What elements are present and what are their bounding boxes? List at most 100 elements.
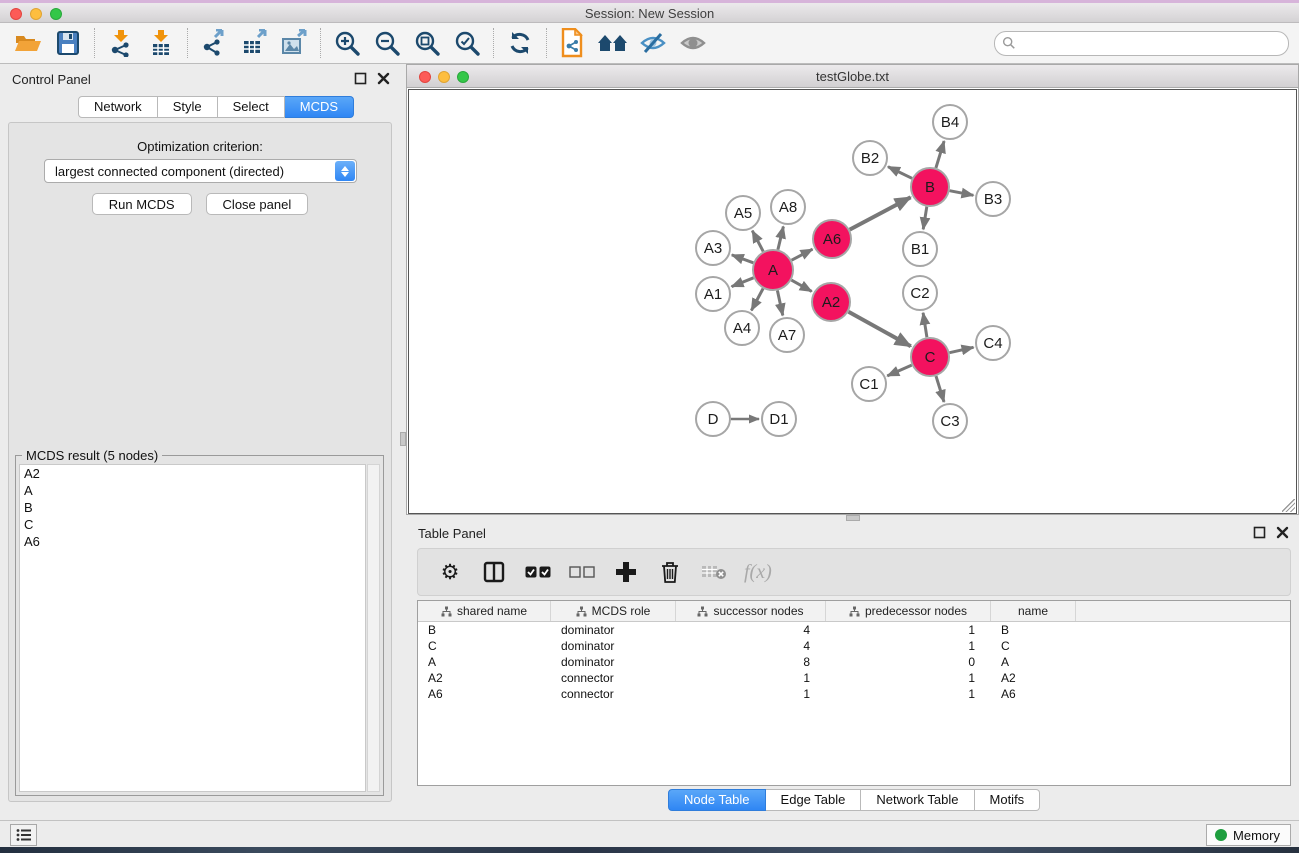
column-header-successor-nodes[interactable]: successor nodes [676,601,826,621]
table-cell[interactable]: A6 [418,686,551,702]
edge-B-B2[interactable] [888,167,912,179]
import-table-button[interactable] [141,26,181,60]
edge-A2-C[interactable] [849,312,911,347]
export-image-button[interactable] [274,26,314,60]
deselect-all-columns-button[interactable] [564,554,600,590]
import-network-button[interactable] [101,26,141,60]
function-builder-button[interactable]: f(x) [740,554,776,590]
table-cell[interactable]: dominator [551,622,676,638]
mcds-result-item[interactable]: C [20,516,365,533]
column-layout-button[interactable] [476,554,512,590]
node-C3[interactable]: C3 [933,404,967,438]
criterion-dropdown[interactable]: largest connected component (directed) [44,159,357,183]
close-panel-button[interactable]: Close panel [206,193,309,215]
table-row[interactable]: Adominator80A [418,654,1290,670]
table-cell[interactable]: 1 [676,686,826,702]
network-window-titlebar[interactable]: testGlobe.txt [407,65,1298,88]
table-cell[interactable]: dominator [551,638,676,654]
node-D1[interactable]: D1 [762,402,796,436]
table-cell[interactable]: A6 [991,686,1076,702]
edge-A-A5[interactable] [752,231,763,252]
edge-C-C3[interactable] [936,376,944,402]
node-A4[interactable]: A4 [725,311,759,345]
table-cell[interactable]: C [991,638,1076,654]
table-cell[interactable]: C [418,638,551,654]
tab-node-table[interactable]: Node Table [668,789,766,811]
node-A5[interactable]: A5 [726,196,760,230]
edge-A-A3[interactable] [732,255,754,263]
table-cell[interactable]: A [418,654,551,670]
node-B2[interactable]: B2 [853,141,887,175]
edge-B-B1[interactable] [923,207,927,230]
edge-A-A8[interactable] [778,227,784,250]
table-cell[interactable]: 1 [826,670,991,686]
table-cell[interactable]: 1 [676,670,826,686]
node-A[interactable]: A [753,250,793,290]
edge-A-A2[interactable] [791,280,811,291]
node-C[interactable]: C [911,338,949,376]
tab-select[interactable]: Select [218,96,285,118]
edge-A6-B[interactable] [850,197,911,229]
mcds-result-item[interactable]: A [20,482,365,499]
column-header-mcds-role[interactable]: MCDS role [551,601,676,621]
table-cell[interactable]: B [991,622,1076,638]
close-table-panel-icon[interactable] [1276,526,1289,539]
table-cell[interactable]: 4 [676,622,826,638]
session-document-button[interactable] [553,26,593,60]
node-A2[interactable]: A2 [812,283,850,321]
zoom-fit-button[interactable] [407,26,447,60]
network-canvas[interactable]: B4B2BB3B1A5A8A6A3AA1A4A7A2C2C4CC1C3DD1 [408,89,1297,514]
node-B1[interactable]: B1 [903,232,937,266]
table-cell[interactable]: 8 [676,654,826,670]
edge-B-B4[interactable] [936,141,944,168]
edge-A-A1[interactable] [732,278,754,287]
table-cell[interactable]: connector [551,670,676,686]
export-network-button[interactable] [194,26,234,60]
node-A8[interactable]: A8 [771,190,805,224]
column-header-name[interactable]: name [991,601,1076,621]
table-cell[interactable]: 0 [826,654,991,670]
float-panel-icon[interactable] [354,72,367,85]
mcds-result-item[interactable]: A6 [20,533,365,550]
open-file-button[interactable] [8,26,48,60]
show-graphics-button[interactable] [673,26,713,60]
node-A7[interactable]: A7 [770,318,804,352]
table-cell[interactable]: A2 [418,670,551,686]
tab-motifs[interactable]: Motifs [975,789,1041,811]
node-B[interactable]: B [911,168,949,206]
table-cell[interactable]: dominator [551,654,676,670]
table-row[interactable]: Cdominator41C [418,638,1290,654]
table-cell[interactable]: B [418,622,551,638]
node-C1[interactable]: C1 [852,367,886,401]
tab-network[interactable]: Network [78,96,158,118]
node-D[interactable]: D [696,402,730,436]
table-cell[interactable]: A2 [991,670,1076,686]
node-B4[interactable]: B4 [933,105,967,139]
table-row[interactable]: A6connector11A6 [418,686,1290,702]
search-input[interactable] [994,31,1289,56]
column-header-predecessor-nodes[interactable]: predecessor nodes [826,601,991,621]
edge-C-C1[interactable] [887,365,911,376]
delete-table-button[interactable] [696,554,732,590]
edge-A-A6[interactable] [792,249,813,260]
hide-graphics-button[interactable] [633,26,673,60]
tab-edge-table[interactable]: Edge Table [766,789,862,811]
memory-button[interactable]: Memory [1206,824,1291,846]
table-cell[interactable]: A [991,654,1076,670]
table-cell[interactable]: 1 [826,622,991,638]
mcds-result-item[interactable]: B [20,499,365,516]
table-row[interactable]: A2connector11A2 [418,670,1290,686]
save-session-button[interactable] [48,26,88,60]
edge-A-A4[interactable] [751,289,763,311]
table-row[interactable]: Bdominator41B [418,622,1290,638]
edge-C-C2[interactable] [923,313,927,337]
node-A1[interactable]: A1 [696,277,730,311]
edge-C-C4[interactable] [950,347,974,352]
float-table-panel-icon[interactable] [1253,526,1266,539]
table-settings-button[interactable]: ⚙ [432,554,468,590]
zoom-out-button[interactable] [367,26,407,60]
table-cell[interactable]: 4 [676,638,826,654]
refresh-button[interactable] [500,26,540,60]
node-A6[interactable]: A6 [813,220,851,258]
column-header-shared-name[interactable]: shared name [418,601,551,621]
